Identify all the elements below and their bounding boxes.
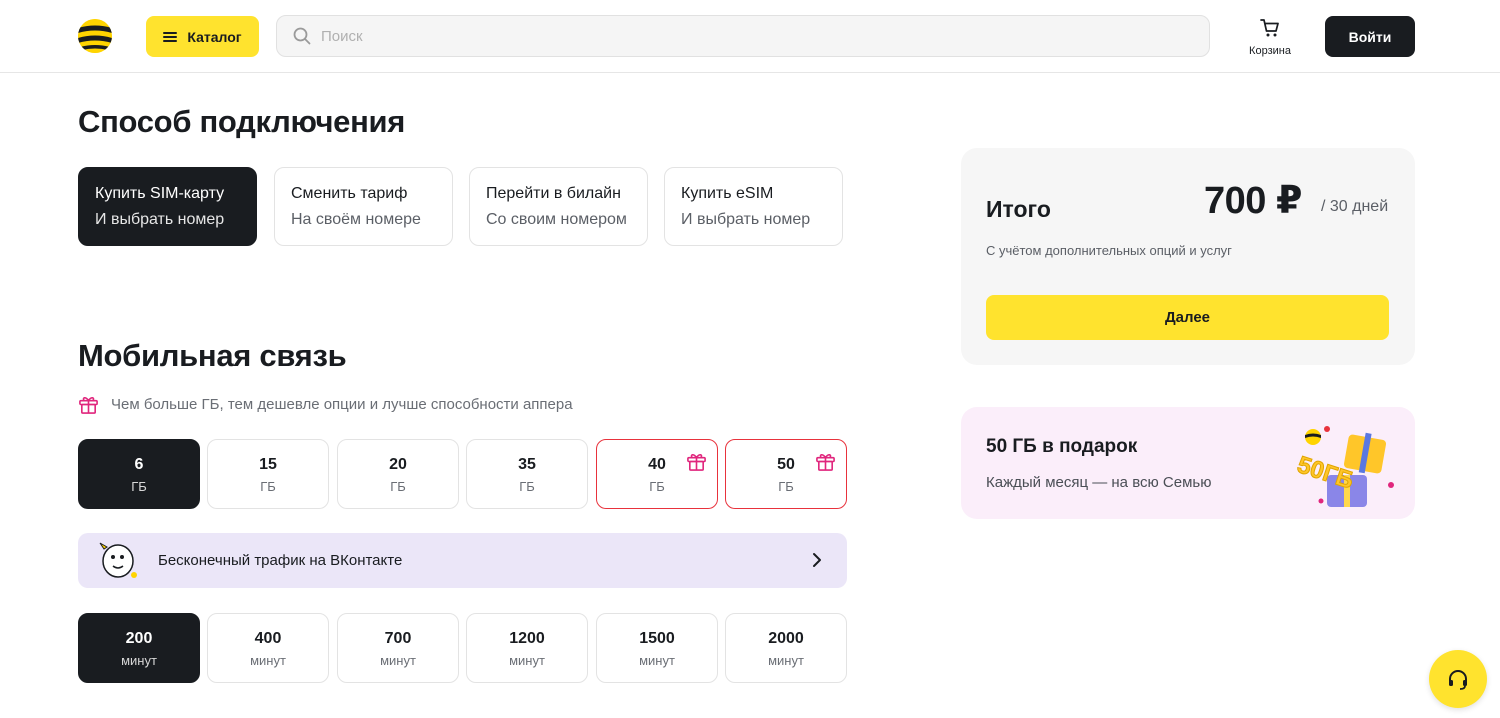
minutes-option-value: 2000: [768, 630, 804, 647]
minutes-option-unit: минут: [509, 653, 545, 668]
minutes-option-unit: минут: [768, 653, 804, 668]
gb-option-unit: ГБ: [649, 479, 665, 494]
minutes-option-value: 400: [254, 630, 282, 647]
vk-banner-text: Бесконечный трафик на ВКонтакте: [158, 552, 403, 569]
cart-icon: [1260, 19, 1279, 37]
summary-title: Итого: [986, 196, 1051, 222]
gift-boxes-illustration: 50ГБ: [1293, 426, 1394, 507]
gb-option-unit: ГБ: [519, 479, 535, 494]
beeline-logo[interactable]: [78, 19, 112, 53]
gb-option-15[interactable]: 15 ГБ: [207, 439, 329, 509]
vk-unlimited-banner[interactable]: Бесконечный трафик на ВКонтакте: [78, 533, 847, 588]
summary-price: 700 ₽: [1204, 180, 1302, 222]
minutes-option-1200[interactable]: 1200 минут: [466, 613, 588, 683]
promo-title: 50 ГБ в подарок: [986, 436, 1138, 457]
search-box[interactable]: [276, 15, 1210, 57]
minutes-option-700[interactable]: 700 минут: [337, 613, 459, 683]
gb-option-value: 15: [259, 456, 277, 473]
minutes-option-value: 1500: [639, 630, 675, 647]
summary-note: С учётом дополнительных опций и услуг: [986, 243, 1232, 258]
gb-option-unit: ГБ: [131, 479, 147, 494]
minutes-option-unit: минут: [250, 653, 286, 668]
gb-option-35[interactable]: 35 ГБ: [466, 439, 588, 509]
minutes-option-value: 200: [125, 630, 153, 647]
gift-icon: [687, 454, 706, 471]
site-header: Каталог Корзина Войти: [0, 0, 1500, 73]
mobile-title: Мобильная связь: [78, 338, 347, 373]
burger-icon: [163, 31, 178, 42]
summary-panel: Итого 700 ₽ / 30 дней С учётом дополните…: [961, 148, 1415, 365]
gb-option-40[interactable]: 40 ГБ: [596, 439, 718, 509]
connection-option-title: Купить SIM-карту: [95, 185, 225, 202]
gb-option-50[interactable]: 50 ГБ: [725, 439, 847, 509]
minutes-option-unit: минут: [639, 653, 675, 668]
gb-option-20[interactable]: 20 ГБ: [337, 439, 459, 509]
connection-option-title: Купить eSIM: [681, 185, 774, 202]
gb-option-unit: ГБ: [390, 479, 406, 494]
minutes-option-2000[interactable]: 2000 минут: [725, 613, 847, 683]
login-button[interactable]: Войти: [1325, 16, 1415, 57]
minutes-option-200[interactable]: 200 минут: [78, 613, 200, 683]
connection-option-buy-esim[interactable]: Купить eSIM И выбрать номер: [664, 167, 843, 246]
support-button[interactable]: [1429, 650, 1487, 708]
connection-option-subtitle: И выбрать номер: [95, 211, 225, 228]
connection-title: Способ подключения: [78, 104, 406, 139]
minutes-option-1500[interactable]: 1500 минут: [596, 613, 718, 683]
search-icon: [293, 27, 311, 45]
gift-icon: [816, 454, 835, 471]
connection-option-title: Перейти в билайн: [486, 185, 621, 202]
mascot-illustration: [99, 542, 137, 578]
connection-option-subtitle: И выбрать номер: [681, 211, 811, 228]
gb-option-value: 6: [134, 456, 144, 473]
catalog-button[interactable]: Каталог: [146, 16, 259, 57]
catalog-label: Каталог: [187, 28, 242, 45]
chevron-right-icon: [813, 553, 821, 567]
gb-hint: Чем больше ГБ, тем дешевле опции и лучше…: [78, 394, 573, 415]
connection-option-title: Сменить тариф: [291, 185, 408, 202]
summary-period: / 30 дней: [1321, 198, 1389, 215]
minutes-option-value: 1200: [509, 630, 545, 647]
connection-option-change-tariff[interactable]: Сменить тариф На своём номере: [274, 167, 453, 246]
connection-option-subtitle: Со своим номером: [486, 211, 627, 228]
cart-label: Корзина: [1249, 45, 1291, 57]
minutes-option-value: 700: [384, 630, 412, 647]
connection-option-switch-operator[interactable]: Перейти в билайн Со своим номером: [469, 167, 648, 246]
connection-option-subtitle: На своём номере: [291, 211, 421, 228]
gift-icon: [79, 397, 98, 414]
next-button[interactable]: Далее: [986, 295, 1389, 340]
connection-option-buy-sim[interactable]: Купить SIM-карту И выбрать номер: [78, 167, 257, 246]
gb-hint-text: Чем больше ГБ, тем дешевле опции и лучше…: [111, 396, 573, 413]
gb-option-unit: ГБ: [260, 479, 276, 494]
minutes-option-unit: минут: [121, 653, 157, 668]
cart-button[interactable]: Корзина: [1242, 18, 1298, 58]
gb-option-unit: ГБ: [778, 479, 794, 494]
minutes-option-400[interactable]: 400 минут: [207, 613, 329, 683]
search-input[interactable]: [321, 27, 1181, 45]
headset-icon: [1449, 670, 1467, 690]
gb-option-value: 20: [389, 456, 407, 473]
gb-option-6[interactable]: 6 ГБ: [78, 439, 200, 509]
minutes-option-unit: минут: [380, 653, 416, 668]
promo-subtitle: Каждый месяц — на всю Семью: [986, 474, 1212, 491]
gb-option-value: 35: [518, 456, 536, 473]
gift-promo-card[interactable]: 50 ГБ в подарок Каждый месяц — на всю Се…: [961, 407, 1415, 519]
